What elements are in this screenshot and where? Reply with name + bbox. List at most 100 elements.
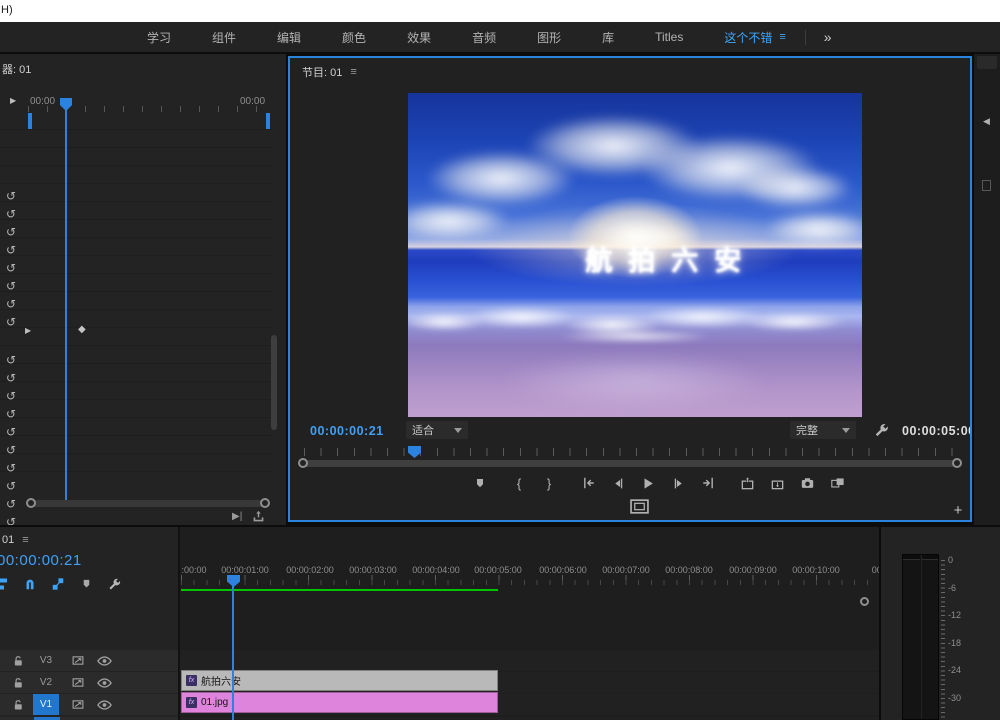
workspace-tab[interactable]: 效果 xyxy=(390,22,455,52)
step-back-button[interactable] xyxy=(607,473,629,493)
workspace-tab[interactable]: 图形 xyxy=(520,22,585,52)
timeline-scrollbar-handle[interactable] xyxy=(860,597,869,606)
mark-in-button[interactable]: { xyxy=(508,473,530,493)
timeline-settings-wrench-icon[interactable] xyxy=(100,575,128,593)
track-target-button[interactable]: V3 xyxy=(33,650,59,671)
track-target-button[interactable]: V2 xyxy=(33,672,59,693)
reset-parameter-icon[interactable]: ↺ xyxy=(6,460,20,476)
panel-menu-icon[interactable]: ≡ xyxy=(350,66,356,78)
scroll-handle-left[interactable] xyxy=(298,458,308,468)
collapsed-panel-tab[interactable] xyxy=(977,56,997,69)
fx-badge: fx xyxy=(186,675,197,686)
go-to-in-button[interactable] xyxy=(577,473,599,493)
zoom-handle-right[interactable] xyxy=(260,498,270,508)
program-scrollbar[interactable] xyxy=(302,460,958,467)
track-lock-icon[interactable] xyxy=(12,676,25,690)
reset-parameter-icon[interactable]: ↺ xyxy=(6,242,20,258)
track-visibility-eye-icon[interactable] xyxy=(97,677,112,689)
track-header: V2 xyxy=(0,672,178,693)
timeline-clip[interactable]: fx 航拍六安 xyxy=(181,670,498,691)
track-target-button[interactable]: V1 xyxy=(33,694,59,715)
workspace-tab-menu-icon[interactable]: ≡ xyxy=(779,31,785,43)
reset-parameter-icon[interactable]: ↺ xyxy=(6,370,20,386)
workspace-tab[interactable]: 音频 xyxy=(455,22,520,52)
ec-vertical-scrollbar[interactable] xyxy=(271,335,277,430)
button-editor-plus[interactable]: + xyxy=(950,502,966,519)
reset-parameter-icon[interactable]: ↺ xyxy=(6,352,20,368)
track-lane-v3[interactable] xyxy=(180,650,879,671)
export-icon[interactable] xyxy=(252,510,265,523)
reset-parameter-icon[interactable]: ↺ xyxy=(6,260,20,276)
sync-lock-icon[interactable] xyxy=(71,676,85,689)
program-video-frame[interactable]: 航拍六安 xyxy=(408,93,862,417)
reset-parameter-icon[interactable]: ↺ xyxy=(6,224,20,240)
safe-margins-button[interactable] xyxy=(630,499,649,514)
insert-overwrite-icon[interactable] xyxy=(0,575,16,593)
track-visibility-eye-icon[interactable] xyxy=(97,655,112,667)
reset-parameter-icon[interactable]: ↺ xyxy=(6,406,20,422)
lift-button[interactable] xyxy=(736,473,758,493)
keyframe-icon[interactable]: ◆ xyxy=(78,324,86,335)
sync-lock-icon[interactable] xyxy=(71,698,85,711)
program-playhead[interactable] xyxy=(408,446,421,458)
snap-icon[interactable] xyxy=(16,575,44,593)
ec-reset-column: ↺ ↺ ↺ ↺ ↺ ↺ ↺ ↺ ↺ ↺ ↺ ↺ xyxy=(0,112,272,474)
program-monitor-tab[interactable]: 节目: 01 ≡ xyxy=(302,64,357,80)
collapse-left-icon[interactable]: ◀ xyxy=(983,116,990,127)
workspace-overflow-button[interactable]: » xyxy=(812,29,844,45)
reset-parameter-icon[interactable]: ↺ xyxy=(6,442,20,458)
ruler-label: 00:00:02:00 xyxy=(286,565,334,575)
workspace-tab[interactable]: 这个不错 ≡ xyxy=(707,22,802,52)
playback-resolution-dropdown[interactable]: 完整 xyxy=(790,421,856,439)
reset-parameter-icon[interactable]: ↺ xyxy=(6,424,20,440)
reset-parameter-icon[interactable]: ↺ xyxy=(6,388,20,404)
reset-parameter-icon[interactable]: ↺ xyxy=(6,478,20,494)
timeline-playhead[interactable] xyxy=(227,575,240,587)
ec-horizontal-zoom-scrollbar[interactable] xyxy=(30,500,266,507)
timeline-ruler-minor-ticks[interactable] xyxy=(181,580,879,585)
play-audio-icon[interactable]: ▶| xyxy=(232,511,242,522)
collapsed-panel-thumb[interactable] xyxy=(982,180,991,191)
effect-controls-tab[interactable]: 器: 01 xyxy=(2,61,31,77)
ruler-label: 00: xyxy=(872,565,879,575)
step-forward-button[interactable] xyxy=(667,473,689,493)
zoom-handle-left[interactable] xyxy=(26,498,36,508)
reset-parameter-icon[interactable]: ↺ xyxy=(6,314,20,330)
sync-lock-icon[interactable] xyxy=(71,654,85,667)
reset-parameter-icon[interactable]: ↺ xyxy=(6,296,20,312)
track-lock-icon[interactable] xyxy=(12,698,25,712)
workspace-tab[interactable]: Titles xyxy=(638,22,707,52)
add-marker-button[interactable] xyxy=(469,473,491,493)
mark-out-button[interactable]: } xyxy=(538,473,560,493)
timeline-clip[interactable]: fx 01.jpg xyxy=(181,692,498,713)
program-time-ruler[interactable] xyxy=(304,448,966,456)
workspace-tab[interactable]: 学习 xyxy=(130,22,195,52)
reset-parameter-icon[interactable]: ↺ xyxy=(6,496,20,512)
workspace-tab[interactable]: 编辑 xyxy=(260,22,325,52)
reset-parameter-icon[interactable]: ↺ xyxy=(6,514,20,525)
play-button[interactable] xyxy=(637,473,659,493)
program-settings-wrench-icon[interactable] xyxy=(873,422,891,440)
linked-selection-icon[interactable] xyxy=(44,575,72,593)
scroll-handle-right[interactable] xyxy=(952,458,962,468)
twirl-open-icon[interactable]: ▶ xyxy=(10,96,16,105)
workspace-tab[interactable]: 库 xyxy=(585,22,638,52)
timeline-tab[interactable]: 01 ≡ xyxy=(2,534,29,546)
reset-parameter-icon[interactable]: ↺ xyxy=(6,206,20,222)
export-frame-button[interactable] xyxy=(796,473,818,493)
comparison-view-button[interactable] xyxy=(826,473,848,493)
track-lock-icon[interactable] xyxy=(12,654,25,668)
workspace-tab-label: 库 xyxy=(602,29,614,46)
timeline-add-marker-icon[interactable] xyxy=(72,575,100,593)
program-current-timecode[interactable]: 00:00:00:21 xyxy=(310,424,384,438)
zoom-level-dropdown[interactable]: 适合 xyxy=(406,421,468,439)
workspace-tab[interactable]: 组件 xyxy=(195,22,260,52)
workspace-tab[interactable]: 颜色 xyxy=(325,22,390,52)
reset-parameter-icon[interactable]: ↺ xyxy=(6,278,20,294)
track-visibility-eye-icon[interactable] xyxy=(97,699,112,711)
reset-parameter-icon[interactable]: ↺ xyxy=(6,188,20,204)
go-to-out-button[interactable] xyxy=(697,473,719,493)
extract-button[interactable] xyxy=(766,473,788,493)
panel-menu-icon[interactable]: ≡ xyxy=(22,534,28,546)
property-twirl-icon[interactable]: ▶ xyxy=(25,326,31,335)
